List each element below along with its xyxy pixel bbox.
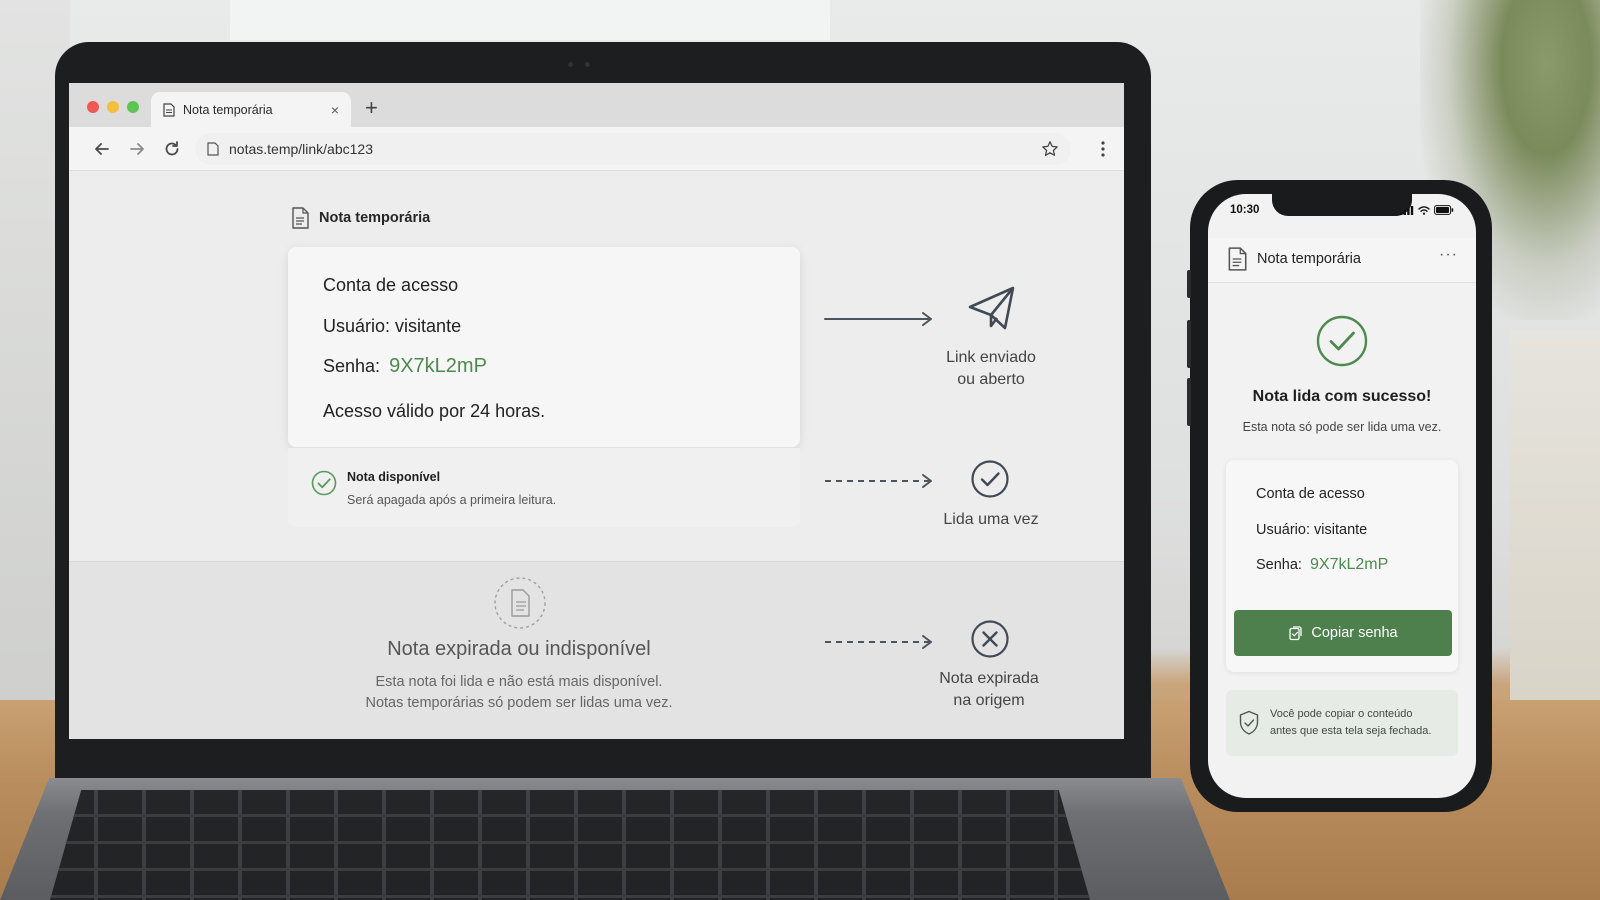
window-controls <box>87 101 139 113</box>
check-circle-icon <box>311 470 337 496</box>
phone-card-title: Conta de acesso <box>1256 486 1365 502</box>
background-window <box>230 0 830 40</box>
page-title: Nota temporária <box>291 207 430 229</box>
user-value: visitante <box>395 316 462 336</box>
browser-toolbar: notas.temp/link/abc123 <box>69 127 1124 171</box>
flow-step-expired-line2: na origem <box>953 692 1025 709</box>
document-icon <box>292 207 309 229</box>
browser-menu-icon[interactable] <box>1100 139 1106 159</box>
dashed-arrow-icon <box>825 635 932 649</box>
bookmark-star-icon[interactable] <box>1041 140 1059 158</box>
note-card: Conta de acesso Usuário: visitante Senha… <box>288 247 800 447</box>
card-title: Conta de acesso <box>323 275 459 295</box>
minimize-window-button[interactable] <box>107 101 119 113</box>
expired-title: Nota expirada ou indisponível <box>387 638 651 660</box>
phone-password-label: Senha: <box>1256 557 1302 573</box>
phone-volume-button <box>1187 378 1191 426</box>
phone-app-header: Nota temporária ··· <box>1208 238 1476 283</box>
copy-password-label: Copiar senha <box>1311 625 1398 641</box>
browser-tabstrip: Nota temporária × + <box>69 83 1124 127</box>
new-tab-button[interactable]: + <box>365 95 378 121</box>
check-circle-icon <box>971 460 1009 498</box>
laptop-camera <box>568 62 596 68</box>
shield-icon <box>1239 710 1259 735</box>
user-label: Usuário: <box>323 316 391 336</box>
document-icon <box>1228 247 1247 271</box>
page-info-icon[interactable] <box>207 142 219 156</box>
password-label: Senha: <box>323 356 381 376</box>
expired-line2: Notas temporárias só podem ser lidas uma… <box>365 695 673 711</box>
close-window-button[interactable] <box>87 101 99 113</box>
tab-close-button[interactable]: × <box>331 102 339 118</box>
page-content: Nota temporária Conta de acesso Usuário:… <box>69 171 1124 739</box>
flow-step-sent: Link enviado ou aberto <box>921 347 1061 391</box>
document-icon <box>163 102 175 117</box>
phone-volume-button <box>1187 320 1191 368</box>
reload-icon[interactable] <box>162 139 182 159</box>
flow-step-sent-line2: ou aberto <box>957 371 1025 388</box>
success-check-icon <box>1316 315 1368 367</box>
paper-plane-icon <box>968 286 1015 330</box>
laptop-screen: Nota temporária × + notas.temp/link/abc1… <box>69 83 1124 739</box>
validity-text: Acesso válido por 24 horas. <box>323 401 546 421</box>
phone-user-value: visitante <box>1314 522 1368 538</box>
wifi-icon <box>1418 205 1430 215</box>
phone-info-box: Você pode copiar o conteúdo antes que es… <box>1226 690 1458 756</box>
browser-tab[interactable]: Nota temporária × <box>151 92 351 127</box>
copy-icon <box>1289 625 1303 640</box>
phone-header-title: Nota temporária <box>1257 251 1361 267</box>
maximize-window-button[interactable] <box>127 101 139 113</box>
phone-clock: 10:30 <box>1230 204 1260 216</box>
back-arrow-icon[interactable] <box>92 139 112 159</box>
page-title-text: Nota temporária <box>319 210 431 226</box>
status-subtitle: Será apagada após a primeira leitura. <box>347 493 557 507</box>
battery-icon <box>1434 205 1454 215</box>
background-shelf <box>1510 330 1600 700</box>
flow-step-read: Lida uma vez <box>943 511 1039 528</box>
x-circle-icon <box>971 620 1009 658</box>
dashed-arrow-icon <box>825 474 932 488</box>
document-dashed-circle-icon <box>494 577 546 629</box>
password-value[interactable]: 9X7kL2mP <box>389 355 487 377</box>
info-line2: antes que esta tela seja fechada. <box>1270 725 1432 737</box>
phone-status-icons <box>1400 205 1454 215</box>
status-title: Nota disponível <box>347 470 441 484</box>
solid-arrow-icon <box>824 312 932 326</box>
status-card: Nota disponível Será apagada após a prim… <box>288 447 800 527</box>
phone-side-button <box>1187 270 1191 298</box>
phone-password-value[interactable]: 9X7kL2mP <box>1310 556 1388 573</box>
address-bar[interactable]: notas.temp/link/abc123 <box>195 133 1071 165</box>
info-line1: Você pode copiar o conteúdo <box>1270 708 1413 720</box>
expired-line1: Esta nota foi lida e não está mais dispo… <box>375 674 663 690</box>
copy-password-button[interactable]: Copiar senha <box>1234 610 1452 656</box>
phone-screen: 10:30 Nota temporária ··· Nota lida com … <box>1208 194 1476 798</box>
phone-user-label: Usuário: <box>1256 522 1310 538</box>
forward-arrow-icon[interactable] <box>127 139 147 159</box>
phone-notch <box>1272 194 1412 216</box>
phone-note-card: Conta de acesso Usuário: visitante Senha… <box>1226 460 1458 672</box>
more-options-icon[interactable]: ··· <box>1439 246 1458 264</box>
flow-step-sent-line1: Link enviado <box>946 349 1036 366</box>
flow-step-expired: Nota expirada na origem <box>919 668 1059 712</box>
flow-step-expired-line1: Nota expirada <box>939 670 1039 687</box>
phone-card-user-row: Usuário: visitante <box>1256 522 1367 538</box>
success-title: Nota lida com sucesso! <box>1252 388 1432 405</box>
card-password-row: Senha: 9X7kL2mP <box>323 355 487 378</box>
url-text: notas.temp/link/abc123 <box>229 141 373 157</box>
once-text: Esta nota só pode ser lida uma vez. <box>1242 420 1442 434</box>
signal-icon <box>1400 205 1414 215</box>
tab-title: Nota temporária <box>183 102 273 117</box>
expired-section: Nota expirada ou indisponível Esta nota … <box>69 561 1124 739</box>
phone-card-password-row: Senha: 9X7kL2mP <box>1256 556 1388 574</box>
laptop-keyboard-rows <box>50 790 1090 900</box>
card-user-row: Usuário: visitante <box>323 316 461 337</box>
